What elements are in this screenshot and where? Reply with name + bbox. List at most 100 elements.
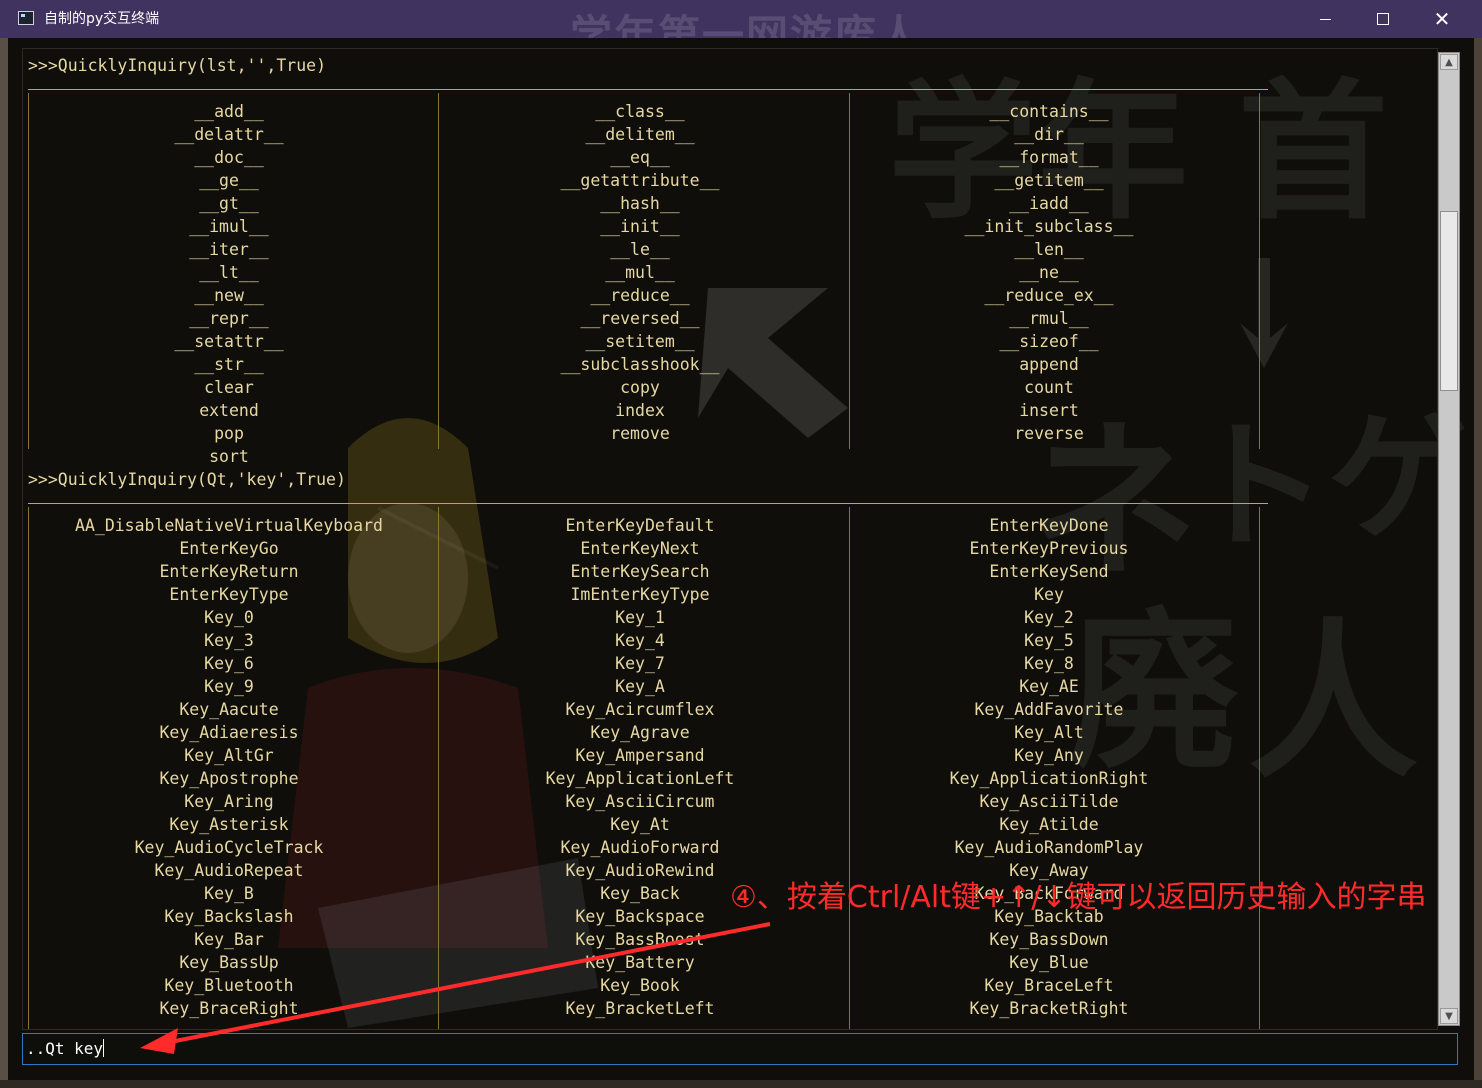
attribute-cell: __add__ xyxy=(194,102,264,121)
attribute-cell: __reduce_ex__ xyxy=(984,286,1114,305)
attribute-cell: __dir__ xyxy=(1014,125,1084,144)
command-prompt-line: >>>QuicklyInquiry(Qt,'key',True) xyxy=(28,470,346,489)
attribute-cell: EnterKeySearch xyxy=(570,562,710,581)
attribute-cell: EnterKeyGo xyxy=(179,539,279,558)
attribute-cell: __init__ xyxy=(600,217,680,236)
attribute-cell: Key_Asterisk xyxy=(169,815,289,834)
column-divider xyxy=(849,93,850,449)
attribute-cell: Key_Blue xyxy=(1009,953,1089,972)
column-divider xyxy=(438,507,439,1029)
attribute-cell: __rmul__ xyxy=(1009,309,1089,328)
attribute-cell: Key_Adiaeresis xyxy=(159,723,299,742)
attribute-cell: Key_6 xyxy=(204,654,254,673)
attribute-cell: Key_BracketLeft xyxy=(565,999,715,1018)
scroll-up-button[interactable]: ▲ xyxy=(1440,54,1458,70)
attribute-cell: EnterKeyDefault xyxy=(565,516,715,535)
command-input[interactable]: ..Qt key xyxy=(22,1033,1458,1065)
attribute-cell: Key_Bar xyxy=(194,930,264,949)
attribute-cell: Key_Bluetooth xyxy=(164,976,294,995)
minimize-icon xyxy=(1319,18,1331,20)
attribute-cell: __contains__ xyxy=(989,102,1109,121)
attribute-cell: __delitem__ xyxy=(585,125,695,144)
close-icon: ✕ xyxy=(1433,7,1451,31)
attribute-cell: Key_AE xyxy=(1019,677,1079,696)
attribute-cell: __mul__ xyxy=(605,263,675,282)
table-separator xyxy=(28,503,1268,504)
scrollbar-thumb[interactable] xyxy=(1440,211,1458,391)
attribute-cell: Key_AudioForward xyxy=(560,838,720,857)
attribute-cell: __ge__ xyxy=(199,171,259,190)
column-divider xyxy=(1259,507,1260,1029)
app-icon xyxy=(18,11,34,25)
attribute-cell: __setattr__ xyxy=(174,332,284,351)
attribute-cell: Key_1 xyxy=(615,608,665,627)
attribute-cell: Key xyxy=(1034,585,1064,604)
annotation-text: ④、按着Ctrl/Alt键+↑/↓键可以返回历史输入的字串 xyxy=(730,880,1427,915)
vertical-scrollbar[interactable]: ▲ ▼ xyxy=(1438,52,1460,1026)
maximize-button[interactable] xyxy=(1354,0,1412,38)
attribute-cell: insert xyxy=(1019,401,1079,420)
attribute-cell: __le__ xyxy=(610,240,670,259)
attribute-cell: Key_AsciiTilde xyxy=(979,792,1119,811)
attribute-cell: clear xyxy=(204,378,254,397)
attribute-cell: __format__ xyxy=(999,148,1099,167)
window-title: 自制的py交互终端 xyxy=(44,11,160,27)
attribute-cell: append xyxy=(1019,355,1079,374)
attribute-cell: Key_Apostrophe xyxy=(159,769,299,788)
attribute-cell xyxy=(844,445,1254,468)
attribute-cell: Key_AudioRandomPlay xyxy=(954,838,1144,857)
attribute-cell: Key_BassDown xyxy=(989,930,1109,949)
scroll-down-button[interactable]: ▼ xyxy=(1440,1008,1458,1024)
attribute-cell: Key_7 xyxy=(615,654,665,673)
minimize-button[interactable] xyxy=(1296,0,1354,38)
attribute-cell: count xyxy=(1024,378,1074,397)
terminal-window-body: 学年首ネトゲ廃人 >>>QuicklyInquiry(lst,'',True) _… xyxy=(8,38,1474,1080)
window-frame-left xyxy=(0,38,8,1088)
maximize-icon xyxy=(1377,13,1389,25)
column-divider xyxy=(28,507,29,1029)
attribute-cell: EnterKeyPrevious xyxy=(969,539,1129,558)
attribute-cell: Key_8 xyxy=(1024,654,1074,673)
attribute-cell: Key_BraceLeft xyxy=(984,976,1114,995)
attribute-cell: Key_Battery xyxy=(585,953,695,972)
attribute-cell: __repr__ xyxy=(189,309,269,328)
attribute-cell: __doc__ xyxy=(194,148,264,167)
text-caret xyxy=(103,1039,105,1057)
window-frame-bottom xyxy=(0,1080,1482,1088)
attribute-cell: Key_A xyxy=(615,677,665,696)
attribute-cell: Key_3 xyxy=(204,631,254,650)
attribute-cell: Key_BracketRight xyxy=(969,999,1129,1018)
attribute-cell: Key_BassBoost xyxy=(575,930,705,949)
attribute-cell: AA_DisableNativeVirtualKeyboard xyxy=(75,516,383,535)
command-prompt-line: >>>QuicklyInquiry(lst,'',True) xyxy=(28,56,327,75)
attribute-cell: __sizeof__ xyxy=(999,332,1099,351)
attribute-cell: reverse xyxy=(1014,424,1084,443)
attribute-cell: Key_2 xyxy=(1024,608,1074,627)
attribute-cell: EnterKeySend xyxy=(989,562,1109,581)
attribute-cell: Key_Book xyxy=(600,976,680,995)
scroll-down-icon: ▼ xyxy=(1445,1010,1453,1022)
close-button[interactable]: ✕ xyxy=(1413,0,1471,38)
attribute-cell: Key_ApplicationRight xyxy=(949,769,1149,788)
attribute-cell: extend xyxy=(199,401,259,420)
attribute-cell: Key_9 xyxy=(204,677,254,696)
attribute-cell: Key_At xyxy=(610,815,670,834)
attribute-cell: __init_subclass__ xyxy=(964,217,1134,236)
attribute-cell: ImEnterKeyType xyxy=(570,585,710,604)
attribute-cell: __len__ xyxy=(1014,240,1084,259)
attribute-cell: Key_AudioRepeat xyxy=(154,861,304,880)
attribute-cell: __getattribute__ xyxy=(560,171,720,190)
scroll-up-icon: ▲ xyxy=(1445,56,1453,68)
window-frame-right xyxy=(1474,38,1482,1088)
command-input-value[interactable]: ..Qt key xyxy=(26,1039,103,1058)
attribute-cell: Key_Agrave xyxy=(590,723,690,742)
attribute-cell: __imul__ xyxy=(189,217,269,236)
attribute-cell: Key_Aring xyxy=(184,792,274,811)
attribute-cell: Key_AltGr xyxy=(184,746,274,765)
title-bar[interactable]: 自制的py交互终端 学年第一网游废人 ✕ xyxy=(0,0,1482,60)
attribute-cell: __gt__ xyxy=(199,194,259,213)
attribute-cell: __reduce__ xyxy=(590,286,690,305)
attribute-cell: Key_Atilde xyxy=(999,815,1099,834)
table-separator xyxy=(28,89,1268,90)
attribute-cell: __eq__ xyxy=(610,148,670,167)
